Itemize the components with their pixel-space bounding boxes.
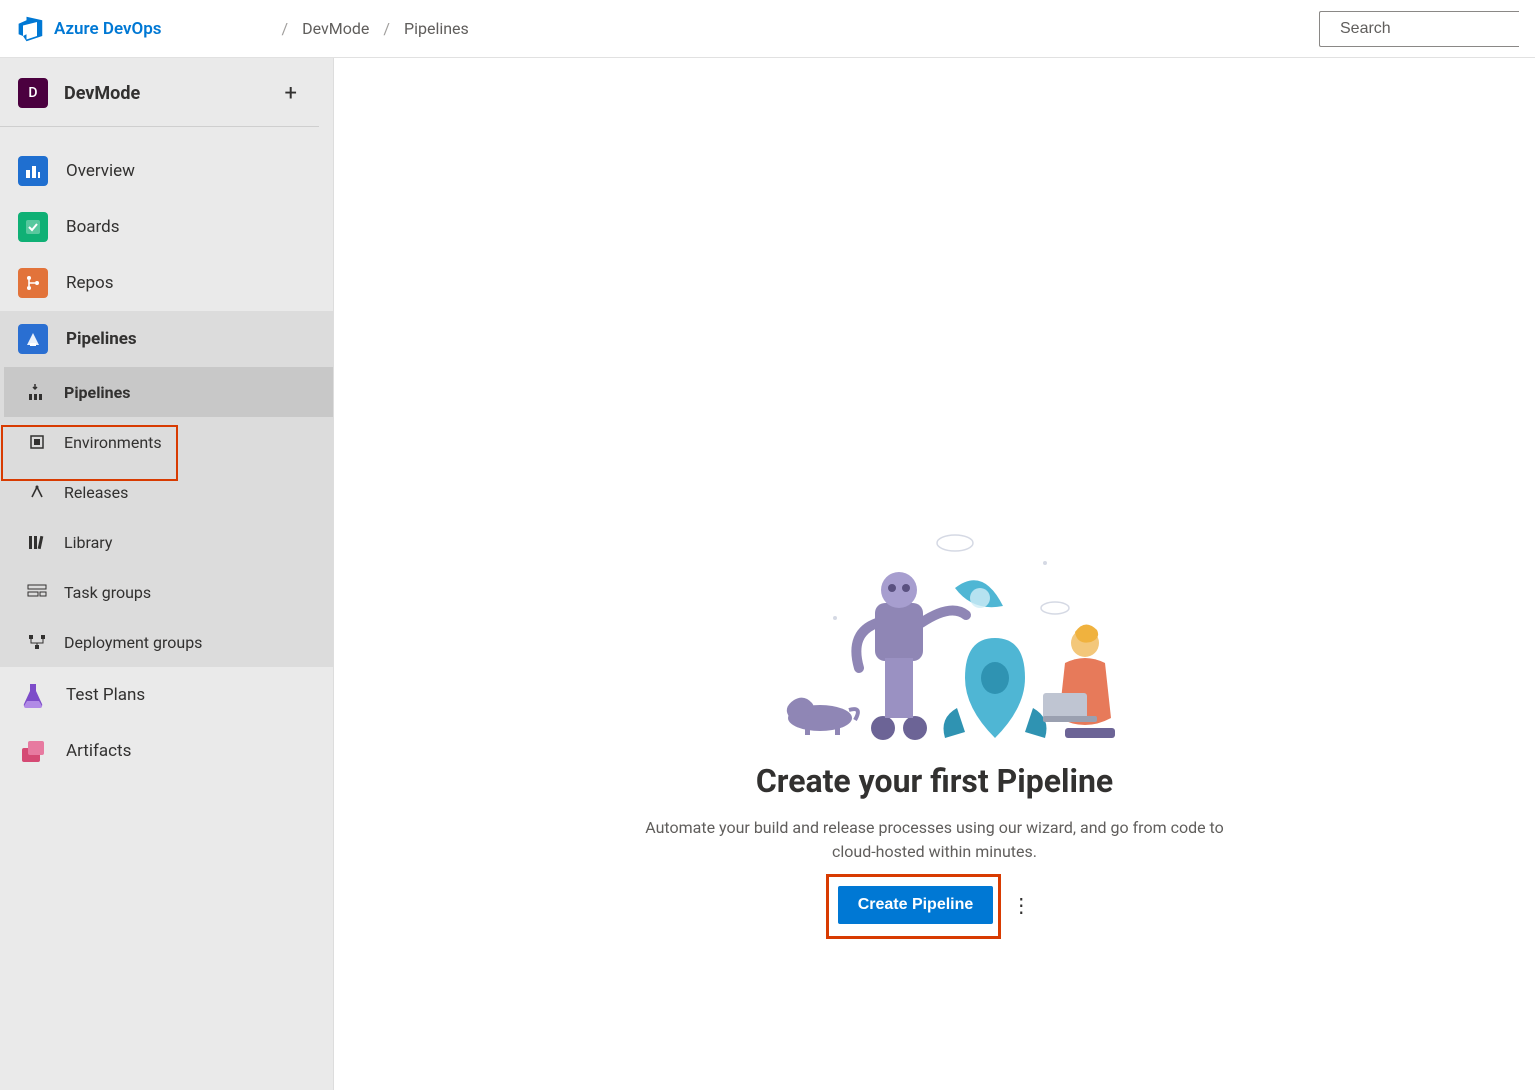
environments-icon [26, 431, 48, 453]
sidebar-item-label: Test Plans [66, 685, 145, 705]
sidebar-item-label: Pipelines [66, 329, 137, 349]
subnav-item-library[interactable]: Library [4, 517, 333, 567]
sidebar: D DevMode + Overview Boards Repos [0, 58, 334, 1090]
project-avatar: D [18, 78, 48, 108]
project-name: DevMode [64, 83, 281, 104]
sidebar-item-test-plans[interactable]: Test Plans [0, 667, 333, 723]
breadcrumb: / DevMode / Pipelines [282, 19, 469, 38]
empty-state-title: Create your first Pipeline [756, 762, 1113, 800]
project-switcher[interactable]: D DevMode + [0, 70, 319, 127]
pipelines-sub-icon [26, 381, 48, 403]
main-content: Create your first Pipeline Automate your… [334, 58, 1535, 1090]
add-project-button[interactable]: + [281, 81, 301, 106]
empty-state-actions: Create Pipeline ⋮ [838, 886, 1032, 924]
subnav-label: Releases [64, 483, 128, 502]
subnav-item-deployment-groups[interactable]: Deployment groups [4, 617, 333, 667]
subnav-item-releases[interactable]: Releases [4, 467, 333, 517]
empty-state-subtitle: Automate your build and release processe… [625, 816, 1245, 864]
repos-icon [18, 268, 48, 298]
search-box[interactable] [1319, 11, 1519, 47]
subnav-label: Task groups [64, 583, 151, 602]
subnav-item-environments[interactable]: Environments [4, 417, 333, 467]
subnav-item-task-groups[interactable]: Task groups [4, 567, 333, 617]
test-plans-icon [18, 680, 48, 710]
overview-icon [18, 156, 48, 186]
pipelines-icon [18, 324, 48, 354]
create-pipeline-button[interactable]: Create Pipeline [838, 886, 994, 924]
breadcrumb-item-project[interactable]: DevMode [302, 19, 369, 38]
more-options-button[interactable]: ⋮ [1011, 895, 1031, 915]
sidebar-item-label: Artifacts [66, 741, 131, 761]
releases-icon [26, 481, 48, 503]
sidebar-item-pipelines[interactable]: Pipelines [0, 311, 333, 367]
product-name: Azure DevOps [54, 19, 162, 39]
sidebar-item-label: Overview [66, 161, 135, 181]
header: Azure DevOps / DevMode / Pipelines [0, 0, 1535, 58]
breadcrumb-sep: / [282, 19, 289, 38]
sidebar-item-overview[interactable]: Overview [0, 143, 333, 199]
sidebar-item-repos[interactable]: Repos [0, 255, 333, 311]
pipeline-illustration [745, 528, 1125, 748]
sidebar-item-boards[interactable]: Boards [0, 199, 333, 255]
empty-state: Create your first Pipeline Automate your… [585, 528, 1285, 924]
sidebar-item-label: Boards [66, 217, 120, 237]
breadcrumb-sep: / [383, 19, 390, 38]
subnav-item-pipelines[interactable]: Pipelines [4, 367, 333, 417]
artifacts-icon [18, 736, 48, 766]
subnav-label: Pipelines [64, 383, 130, 402]
search-input[interactable] [1340, 20, 1535, 38]
subnav-label: Deployment groups [64, 633, 202, 652]
azure-devops-icon [16, 15, 44, 43]
sidebar-item-artifacts[interactable]: Artifacts [0, 723, 333, 779]
deployment-groups-icon [26, 631, 48, 653]
product-logo[interactable]: Azure DevOps [16, 15, 162, 43]
subnav-label: Environments [64, 433, 162, 452]
library-icon [26, 531, 48, 553]
task-groups-icon [26, 581, 48, 603]
breadcrumb-item-section[interactable]: Pipelines [404, 19, 469, 38]
pipelines-subnav: Pipelines Environments Releases Library [0, 367, 333, 667]
boards-icon [18, 212, 48, 242]
subnav-label: Library [64, 533, 112, 552]
sidebar-item-label: Repos [66, 273, 114, 293]
